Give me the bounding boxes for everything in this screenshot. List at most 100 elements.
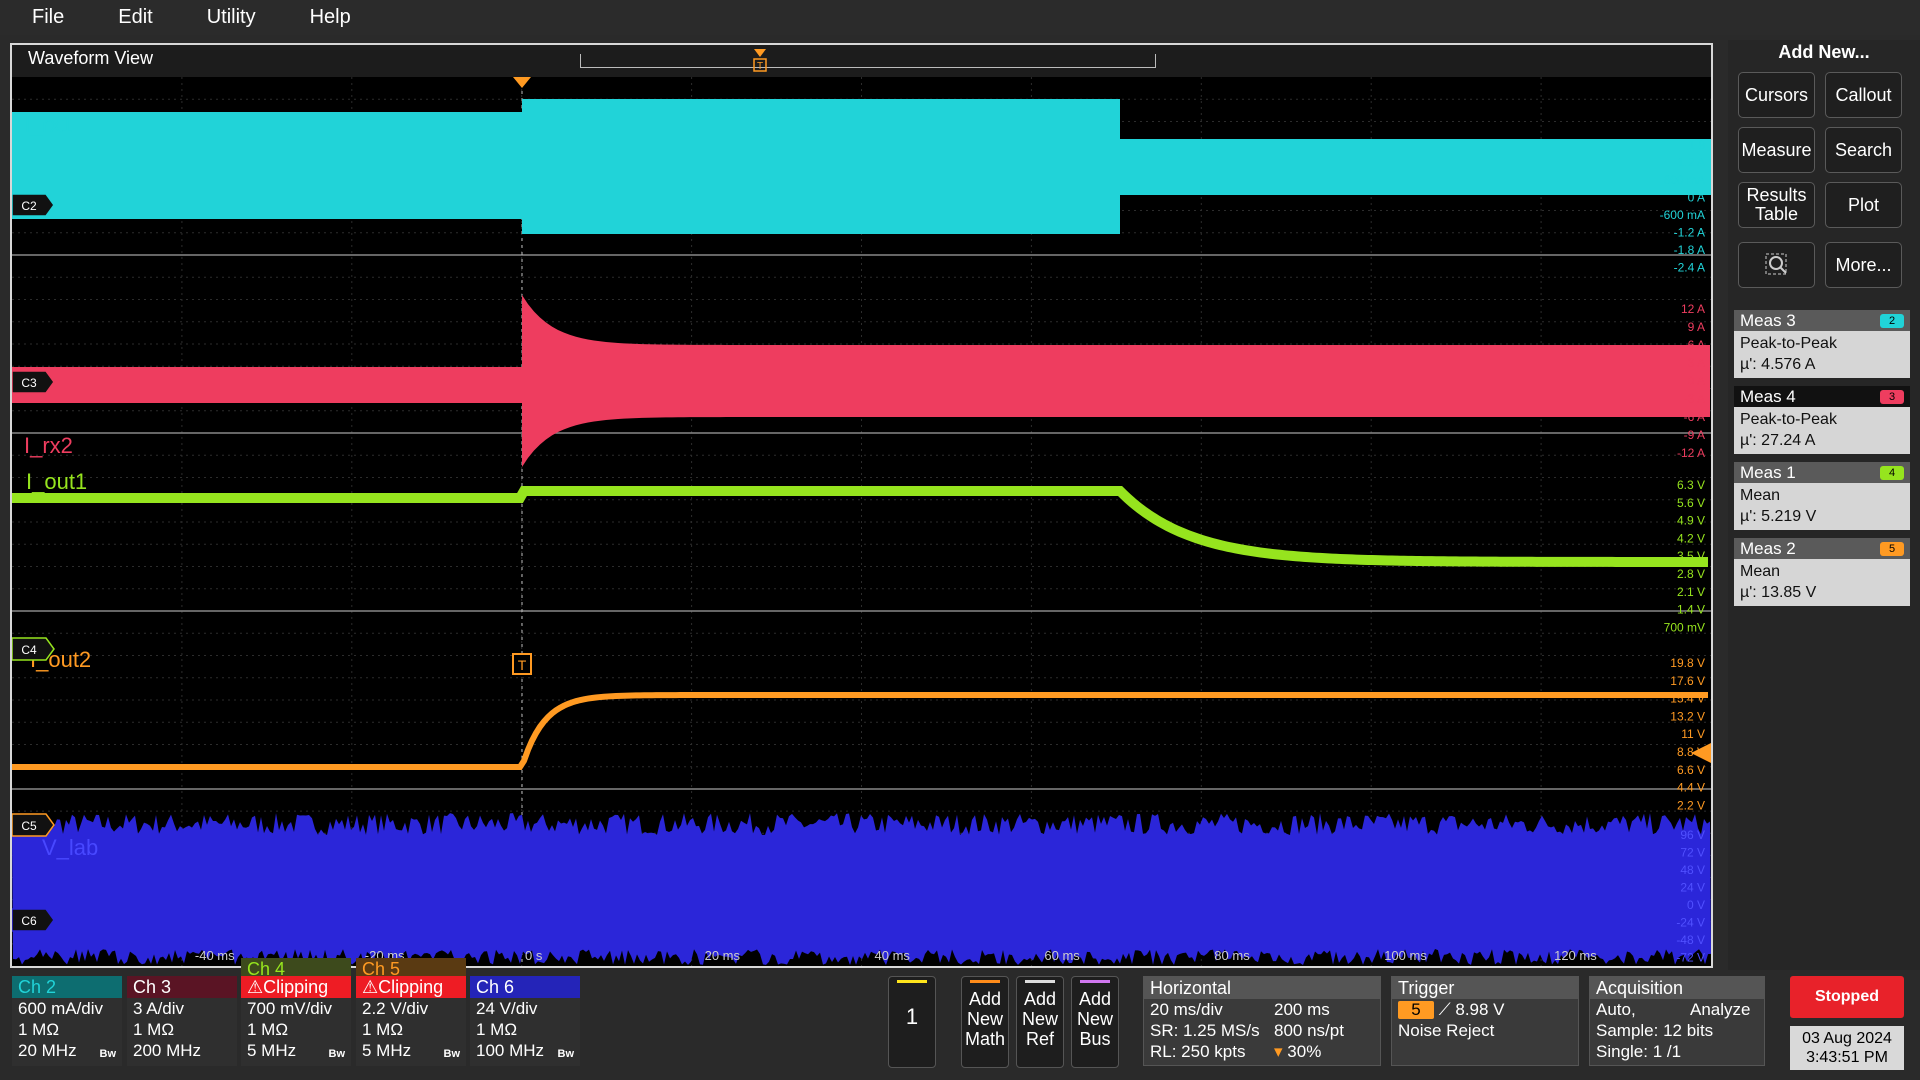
horizontal-badge[interactable]: Horizontal 20 ms/div 200 ms SR: 1.25 MS/s… [1143,976,1381,1066]
search-button[interactable]: Search [1825,127,1902,173]
meas-2-badge[interactable]: Meas 2 5 Mean µ': 13.85 V [1734,538,1910,606]
trigger-mode: Noise Reject [1398,1021,1495,1040]
add-new-bus-button[interactable]: Add New Bus [1071,976,1119,1068]
meas-4-badge[interactable]: Meas 4 3 Peak-to-Peak µ': 27.24 A [1734,386,1910,454]
trace-name-v-lab: V_lab [42,835,98,860]
scale-label: 6 A [1688,338,1705,352]
ch3-title: Ch 3 [127,976,237,998]
ref-color-bar [1025,980,1055,983]
callout-button[interactable]: Callout [1825,72,1902,118]
record-overview[interactable] [580,54,1156,68]
menu-file[interactable]: File [0,6,86,29]
menu-help[interactable]: Help [278,6,373,29]
more-button[interactable]: More... [1825,242,1902,288]
ch3-badge[interactable]: Ch 3 3 A/div 1 MΩ 200 MHz [127,976,237,1066]
run-stop-button[interactable]: Stopped [1790,976,1904,1018]
meas-value: µ': 4.576 A [1740,356,1816,373]
waveform-view-title: Waveform View [28,48,154,68]
ch5-impedance: 1 MΩ [362,1020,404,1039]
scale-label: -24 V [1676,916,1705,930]
time-axis-label: 80 ms [1214,948,1250,963]
scale-label: 13.2 V [1670,709,1705,723]
meas-value: µ': 13.85 V [1740,584,1817,601]
scale-label: 9 A [1688,320,1705,334]
ch2-impedance: 1 MΩ [18,1020,60,1039]
meas-type: Peak-to-Peak [1740,335,1837,352]
ch4-badge[interactable]: ⚠Clipping 700 mV/div 1 MΩ 5 MHz Bw [241,976,351,1066]
meas-channel-badge: 4 [1880,466,1904,480]
scale-label: 1.2 A [1678,156,1705,170]
trace-name-i-out1: I_out1 [26,469,87,494]
waveform-view[interactable]: Waveform View T I_rx1 I_rx2 I_out1 I_out2 V_… [10,43,1713,968]
measure-button[interactable]: Measure [1738,127,1815,173]
results-table-button[interactable]: Results Table [1738,182,1815,228]
channel-offset-marker-c6[interactable]: C6 [12,908,55,932]
meas-channel-badge: 3 [1880,390,1904,404]
meas-1-badge[interactable]: Meas 1 4 Mean µ': 5.219 V [1734,462,1910,530]
menu-utility[interactable]: Utility [175,6,278,29]
ch6-badge[interactable]: Ch 6 24 V/div 1 MΩ 100 MHz Bw [470,976,580,1066]
meas-3-badge[interactable]: Meas 3 2 Peak-to-Peak µ': 4.576 A [1734,310,1910,378]
trigger-badge[interactable]: Trigger 5 ⟋ 8.98 V Noise Reject [1391,976,1579,1066]
meas-title: Meas 3 [1740,311,1796,330]
add-new-ref-button[interactable]: Add New Ref [1016,976,1064,1068]
scale-label: 96 V [1680,828,1705,842]
scale-label: -12 A [1677,446,1705,460]
scale-label: 2.1 V [1677,585,1705,599]
ch2-badge[interactable]: Ch 2 600 mA/div 1 MΩ 20 MHz Bw [12,976,122,1066]
scale-label: -72 V [1676,951,1705,965]
cursors-button[interactable]: Cursors [1738,72,1815,118]
scale-label: 4.9 V [1677,514,1705,528]
acquisition-badge[interactable]: Acquisition Auto, Analyze Sample: 12 bits… [1589,976,1765,1066]
add-new-math-button[interactable]: Add New Math [961,976,1009,1068]
ch2-title: Ch 2 [12,976,122,998]
trace-i-rx1-post [1120,139,1711,195]
bottom-bar: Ch 2 600 mA/div 1 MΩ 20 MHz Bw Ch 3 3 A/… [0,958,1920,1080]
ch4-clipping: ⚠Clipping [241,976,351,998]
trace-i-rx1-burst [522,99,1120,234]
scale-label: 24 V [1680,881,1705,895]
svg-text:C3: C3 [21,376,37,390]
scale-label: -600 mA [1660,208,1705,222]
menu-edit[interactable]: Edit [86,6,174,29]
scale-label: -9 A [1684,428,1705,442]
scale-label: 4.2 V [1677,531,1705,545]
zoom-button[interactable] [1738,242,1815,288]
bus-color-bar [1080,980,1110,983]
trigger-position: ▾ 30% [1274,1042,1322,1061]
trigger-level: 8.98 V [1455,1000,1505,1019]
channel-add-button[interactable]: 1 [888,976,936,1068]
channel-offset-marker-c2[interactable]: C2 [12,193,55,217]
right-panel: Add New... Cursors Callout Measure Searc… [1728,40,1920,970]
scale-label: 6.3 V [1677,478,1705,492]
scale-label: 700 mV [1664,620,1705,634]
scale-label: -2.4 A [1674,261,1705,275]
scale-label: 72 V [1680,846,1705,860]
time-axis-label: 120 ms [1554,948,1597,963]
plot-button[interactable]: Plot [1825,182,1902,228]
scale-label: 11 V [1681,727,1705,741]
bw-limit-icon: Bw [443,1048,461,1060]
channel-offset-marker-c4[interactable]: C4 [12,637,55,661]
waveform-plot[interactable]: I_rx1I_rx2I_out1I_out2V_labC2C3C4C5C61.8… [12,77,1711,966]
trace-i-rx2-burst [522,295,1710,467]
meas-channel-badge: 5 [1880,542,1904,556]
time-axis-label: 40 ms [875,948,911,963]
trace-name-i-rx1: I_rx1 [24,112,73,137]
meas-title: Meas 2 [1740,539,1796,558]
bw-limit-icon: Bw [557,1048,575,1060]
channel-offset-marker-c3[interactable]: C3 [12,370,55,394]
ch2-scale: 600 mA/div [18,999,104,1018]
record-length: RL: 250 kpts [1150,1042,1246,1061]
trigger-title: Trigger [1392,977,1578,999]
acquisition-title: Acquisition [1590,977,1764,999]
ch5-badge[interactable]: ⚠Clipping 2.2 V/div 1 MΩ 5 MHz Bw [356,976,466,1066]
trace-i-rx1-pre [12,112,522,219]
channel-offset-marker-c5[interactable]: C5 [12,813,55,837]
math-color-bar [970,980,1000,983]
horizontal-scale: 20 ms/div [1150,1000,1223,1019]
scale-label: 0 A [1688,374,1705,388]
scale-label: 19.8 V [1670,656,1705,670]
trigger-position-marker[interactable] [513,77,531,88]
acquisition-mode: Auto, [1596,1000,1636,1019]
